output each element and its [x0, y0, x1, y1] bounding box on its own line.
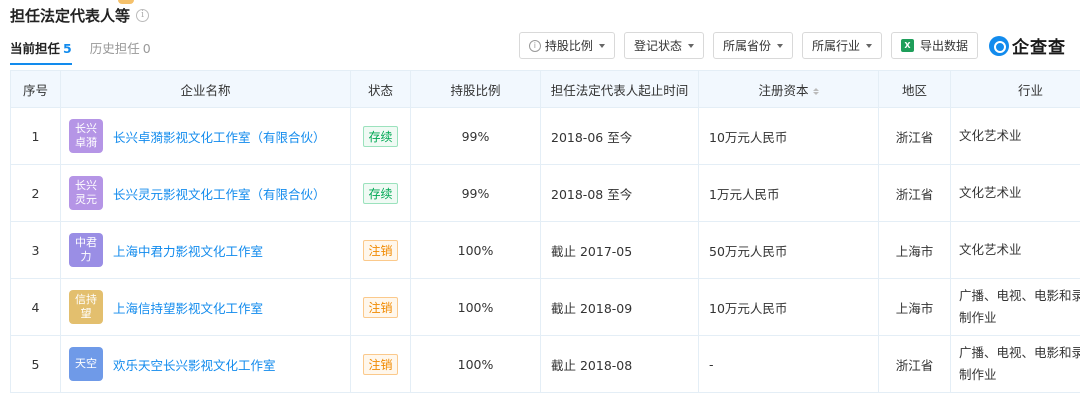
share-ratio: 99% — [410, 164, 541, 222]
info-circle-icon: i — [528, 39, 541, 52]
tab-current-count: 5 — [63, 41, 72, 56]
region: 浙江省 — [878, 107, 951, 165]
tab-history[interactable]: 历史担任 0 — [90, 38, 151, 65]
region: 上海市 — [878, 221, 951, 279]
tenure-period: 2018-06 至今 — [540, 107, 699, 165]
caret-down-icon — [865, 43, 872, 48]
company-avatar: 天空 — [69, 347, 103, 381]
header-no: 序号 — [10, 70, 61, 108]
header-capital-label: 注册资本 — [758, 82, 809, 98]
company-name-link[interactable]: 长兴灵元影视文化工作室（有限合伙） — [113, 184, 326, 203]
section-header: 担任法定代表人等 i — [10, 4, 150, 26]
status-badge: 存续 — [363, 182, 398, 204]
registered-capital: 10万元人民币 — [698, 107, 879, 165]
shareholding-filter-label: 持股比例 — [544, 39, 593, 53]
info-icon[interactable]: i — [136, 8, 150, 22]
company-table: 序号 企业名称 状态 持股比例 担任法定代表人起止时间 注册资本 地区 行业 1… — [10, 70, 1080, 393]
share-ratio: 100% — [410, 221, 541, 279]
header-region: 地区 — [878, 70, 951, 108]
reg-status-filter-button[interactable]: 登记状态 — [623, 32, 704, 59]
page-title: 担任法定代表人等 — [10, 6, 131, 25]
company-cell: 长兴卓漪 长兴卓漪影视文化工作室（有限合伙） — [61, 119, 350, 153]
region: 浙江省 — [878, 164, 951, 222]
industry: 广播、电视、电影和录音制作业 — [959, 345, 1080, 382]
industry: 文化艺术业 — [959, 185, 1022, 200]
company-avatar: 长兴灵元 — [69, 176, 103, 210]
tab-current[interactable]: 当前担任 5 — [10, 38, 72, 65]
row-number: 2 — [10, 164, 61, 222]
status-badge: 注销 — [363, 239, 398, 261]
share-ratio: 99% — [410, 107, 541, 165]
industry: 广播、电视、电影和录音制作业 — [959, 288, 1080, 325]
row-number: 3 — [10, 221, 61, 279]
reg-status-filter-label: 登记状态 — [633, 39, 682, 53]
tenure-period: 截止 2018-08 — [540, 335, 699, 393]
registered-capital: 10万元人民币 — [698, 278, 879, 336]
company-avatar: 信持望 — [69, 290, 103, 324]
registered-capital: 50万元人民币 — [698, 221, 879, 279]
industry: 文化艺术业 — [959, 128, 1022, 143]
qcc-logo-icon — [989, 35, 1009, 56]
company-cell: 信持望 上海信持望影视文化工作室 — [61, 290, 350, 324]
header-share: 持股比例 — [410, 70, 541, 108]
tab-current-label: 当前担任 — [10, 41, 61, 56]
table-header-row: 序号 企业名称 状态 持股比例 担任法定代表人起止时间 注册资本 地区 行业 — [10, 70, 1080, 108]
province-filter-button[interactable]: 所属省份 — [712, 32, 793, 59]
status-badge: 存续 — [363, 125, 398, 147]
toolbar: i 持股比例 登记状态 所属省份 所属行业 X 导出数据 企查查 — [518, 32, 1066, 59]
brand-logo: 企查查 — [989, 33, 1066, 58]
status-badge: 注销 — [363, 296, 398, 318]
caret-down-icon — [687, 43, 694, 48]
company-cell: 中君力 上海中君力影视文化工作室 — [61, 233, 350, 267]
industry-filter-label: 所属行业 — [811, 39, 860, 53]
header-industry: 行业 — [950, 70, 1080, 108]
company-name-link[interactable]: 长兴卓漪影视文化工作室（有限合伙） — [113, 127, 326, 146]
shareholding-filter-button[interactable]: i 持股比例 — [518, 32, 615, 59]
excel-icon: X — [900, 39, 914, 52]
company-name-link[interactable]: 欢乐天空长兴影视文化工作室 — [113, 355, 276, 374]
company-cell: 长兴灵元 长兴灵元影视文化工作室（有限合伙） — [61, 176, 350, 210]
industry-filter-button[interactable]: 所属行业 — [801, 32, 882, 59]
registered-capital: 1万元人民币 — [698, 164, 879, 222]
industry: 文化艺术业 — [959, 242, 1022, 257]
company-name-link[interactable]: 上海中君力影视文化工作室 — [113, 241, 263, 260]
company-cell: 天空 欢乐天空长兴影视文化工作室 — [61, 347, 350, 381]
sort-icon[interactable] — [812, 87, 819, 95]
table-row: 3 中君力 上海中君力影视文化工作室 注销 100% 截止 2017-05 50万元人民币上… — [10, 221, 1080, 279]
company-avatar: 中君力 — [69, 233, 103, 267]
region: 上海市 — [878, 278, 951, 336]
table-row: 1 长兴卓漪 长兴卓漪影视文化工作室（有限合伙） 存续 99% 2018-06 至今 10万… — [10, 107, 1080, 165]
status-badge: 注销 — [363, 353, 398, 375]
table-row: 2 长兴灵元 长兴灵元影视文化工作室（有限合伙） 存续 99% 2018-08 至今 1万元… — [10, 164, 1080, 222]
row-number: 5 — [10, 335, 61, 393]
tenure-period: 截止 2018-09 — [540, 278, 699, 336]
tab-history-label: 历史担任 — [89, 41, 140, 56]
brand-name: 企查查 — [1012, 38, 1066, 58]
header-period: 担任法定代表人起止时间 — [540, 70, 699, 108]
tenure-period: 2018-08 至今 — [540, 164, 699, 222]
share-ratio: 100% — [410, 335, 541, 393]
company-avatar: 长兴卓漪 — [69, 119, 103, 153]
tab-history-count: 0 — [142, 41, 151, 56]
tenure-period: 截止 2017-05 — [540, 221, 699, 279]
registered-capital: - — [698, 335, 879, 393]
region: 浙江省 — [878, 335, 951, 393]
header-company: 企业名称 — [60, 70, 351, 108]
caret-down-icon — [776, 43, 783, 48]
header-capital[interactable]: 注册资本 — [698, 70, 879, 108]
row-number: 4 — [10, 278, 61, 336]
caret-down-icon — [598, 43, 605, 48]
export-data-button[interactable]: X 导出数据 — [890, 32, 978, 59]
province-filter-label: 所属省份 — [722, 39, 771, 53]
tab-bar: 当前担任 5 历史担任 0 — [10, 38, 151, 65]
row-number: 1 — [10, 107, 61, 165]
header-status: 状态 — [350, 70, 411, 108]
table-row: 5 天空 欢乐天空长兴影视文化工作室 注销 100% 截止 2018-08- 浙江省 广播、电… — [10, 335, 1080, 393]
export-data-label: 导出数据 — [919, 39, 968, 53]
share-ratio: 100% — [410, 278, 541, 336]
table-row: 4 信持望 上海信持望影视文化工作室 注销 100% 截止 2018-09 10万元人民币上… — [10, 278, 1080, 336]
company-name-link[interactable]: 上海信持望影视文化工作室 — [113, 298, 263, 317]
